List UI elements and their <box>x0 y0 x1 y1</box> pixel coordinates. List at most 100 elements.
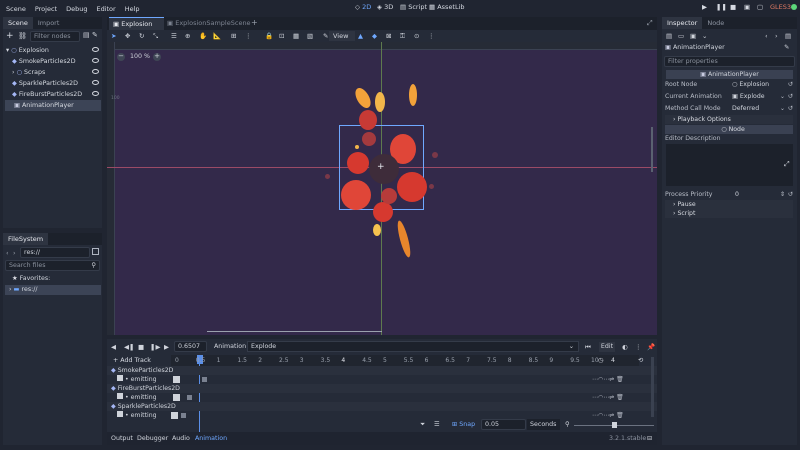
track-options-icon[interactable]: ⋯◠⋯⇌ 🗑 <box>592 412 624 419</box>
checkbox[interactable] <box>117 393 123 399</box>
play-anim-icon[interactable]: ▶ <box>164 343 169 351</box>
filter-icon[interactable]: ⏷ <box>420 421 425 429</box>
track-sparkle-emitting[interactable]: • emitting <box>107 411 657 420</box>
history-icon[interactable]: ▤ <box>785 32 791 40</box>
spinner-icon[interactable]: ⇕ <box>780 190 785 200</box>
animation-menu[interactable]: Animation <box>214 343 246 350</box>
zoom-level[interactable]: 100 % <box>130 53 150 60</box>
workspace-script-button[interactable]: ▤ Script <box>400 3 427 11</box>
keyframe[interactable] <box>187 395 192 400</box>
track-options-icon[interactable]: ⋯◠⋯⇌ 🗑 <box>592 376 624 383</box>
revert-icon[interactable]: ↺ <box>788 104 793 114</box>
favorites-label[interactable]: ★ Favorites: <box>12 275 50 282</box>
tree-node-sparkle[interactable]: ◆ SparkleParticles2D <box>3 78 103 89</box>
tree-node-smoke[interactable]: ◆ SmokeParticles2D <box>3 56 103 67</box>
menu-debug[interactable]: Debug <box>66 5 87 13</box>
visibility-icon[interactable] <box>92 80 99 85</box>
checkbox[interactable] <box>117 411 123 417</box>
tab-explosion-sample[interactable]: ▣ ExplosionSampleScene <box>167 17 251 30</box>
play-icon[interactable]: ▶ <box>702 3 707 11</box>
loop-icon[interactable]: ⟲ <box>638 357 643 364</box>
path-field[interactable]: res:// <box>20 247 90 258</box>
resource-menu-icon[interactable]: ⌄ <box>702 32 707 40</box>
tree-node-scraps[interactable]: › ○ Scraps <box>3 67 103 78</box>
pause-icon[interactable]: ❚❚ <box>716 3 727 11</box>
new-resource-icon[interactable]: ▤ <box>666 32 672 40</box>
viewport-2d[interactable]: − 100 % + + <box>107 42 657 335</box>
animation-select[interactable]: Explode ⌄ <box>247 341 579 352</box>
tab-audio[interactable]: Audio <box>172 435 190 442</box>
list-select-icon[interactable]: ☰ <box>171 32 177 40</box>
track-scrollbar[interactable] <box>651 357 654 417</box>
visibility-icon[interactable] <box>92 91 99 96</box>
anim-time-field[interactable]: 0.6507 <box>174 341 207 352</box>
split-mode-icon[interactable] <box>92 248 99 255</box>
slider-handle[interactable] <box>612 422 617 428</box>
scale-tool-icon[interactable]: ⤡ <box>153 32 158 41</box>
expand-text-icon[interactable]: ⤢ <box>784 160 790 169</box>
lock-icon[interactable]: 🔒 <box>265 32 273 40</box>
expand-panel-icon[interactable]: ⊟ <box>647 435 652 442</box>
track-smoke-emitting[interactable]: • emitting <box>107 375 657 384</box>
group-icon[interactable]: ▦ <box>293 32 299 40</box>
play-custom-icon[interactable]: ▢ <box>757 3 763 11</box>
visibility-icon[interactable] <box>92 47 99 52</box>
link-icon[interactable]: ⛓ <box>18 32 27 40</box>
revert-icon[interactable]: ↺ <box>788 92 793 102</box>
filter-properties-input[interactable]: Filter properties <box>664 56 795 67</box>
menu-help[interactable]: Help <box>125 5 140 13</box>
snap-options-icon[interactable]: ⋮ <box>245 32 252 40</box>
tab-explosion[interactable]: ▣ Explosion ✕ <box>109 17 164 40</box>
autoplay-icon[interactable]: ⏮ <box>585 343 591 352</box>
section-playback-options[interactable]: › Playback Options <box>665 115 793 124</box>
checkbox[interactable] <box>117 375 123 381</box>
tab-scene[interactable]: Scene <box>3 17 33 29</box>
visibility-icon[interactable] <box>92 58 99 63</box>
key-rotation-icon[interactable]: ◆ <box>372 32 377 40</box>
zoom-in-icon[interactable]: + <box>153 53 161 61</box>
history-back-icon[interactable]: ‹ <box>765 32 768 40</box>
save-resource-icon[interactable]: ▣ <box>690 32 696 40</box>
pin-icon[interactable]: 📌 <box>647 343 655 351</box>
section-pause[interactable]: › Pause <box>665 200 793 209</box>
select-tool-icon[interactable]: ➤ <box>111 32 116 40</box>
open-resource-icon[interactable]: ▭ <box>678 32 684 40</box>
track-enable-checkbox[interactable] <box>171 412 178 419</box>
tree-node-fireburst[interactable]: ◆ FireBurstParticles2D <box>3 89 103 100</box>
skeleton-icon[interactable]: ✎ <box>323 32 328 40</box>
track-options-icon[interactable]: ⋯◠⋯⇌ 🗑 <box>592 394 624 401</box>
insert-key-icon[interactable]: ⚿ <box>400 32 405 41</box>
menu-project[interactable]: Project <box>35 5 57 13</box>
v-scrollbar[interactable] <box>651 127 653 172</box>
key-scale-icon[interactable]: ⊠ <box>386 32 391 40</box>
ungroup-icon[interactable]: ▧ <box>307 32 313 40</box>
tree-node-explosion[interactable]: ▾ ○ Explosion <box>3 45 103 56</box>
search-files-input[interactable]: Search files ⚲ <box>5 260 100 271</box>
revert-icon[interactable]: ↺ <box>788 80 793 90</box>
snap-value-field[interactable]: 0.05 <box>481 419 526 430</box>
tab-filesystem[interactable]: FileSystem <box>3 233 49 245</box>
visibility-icon[interactable] <box>92 69 99 74</box>
tab-animation[interactable]: Animation <box>195 435 227 442</box>
keyframe[interactable] <box>202 377 207 382</box>
more-options-icon[interactable]: ⋮ <box>428 32 435 40</box>
ruler-tool-icon[interactable]: 📐 <box>213 32 221 40</box>
prop-root-node[interactable]: Root Node ○ Explosion ↺ <box>665 80 793 90</box>
workspace-2d-button[interactable]: ◇ 2D <box>355 3 371 11</box>
track-enable-checkbox[interactable] <box>173 394 180 401</box>
add-track-button[interactable]: + Add Track <box>113 357 151 364</box>
distraction-free-icon[interactable]: ⤢ <box>647 19 653 28</box>
object-tools-icon[interactable]: ✎ <box>784 44 789 51</box>
folder-root[interactable]: › ▬ res:// <box>5 285 101 295</box>
back-icon[interactable]: ‹ <box>6 249 9 257</box>
filter-nodes-input[interactable]: Filter nodes <box>30 31 80 42</box>
object-name[interactable]: ▣ AnimationPlayer <box>665 44 725 51</box>
snap-icon[interactable]: ⊞ <box>231 32 236 40</box>
workspace-assetlib-button[interactable]: ▦ AssetLib <box>429 3 465 11</box>
play-backwards-icon[interactable]: ◀ <box>111 343 116 351</box>
workspace-3d-button[interactable]: ◈ 3D <box>377 3 393 11</box>
tools-icon[interactable]: ✎ <box>92 31 98 39</box>
stop-icon[interactable]: ■ <box>730 3 736 11</box>
play-backwards-from-end-icon[interactable]: ◀❚ <box>124 343 134 351</box>
revert-icon[interactable]: ↺ <box>788 190 793 200</box>
